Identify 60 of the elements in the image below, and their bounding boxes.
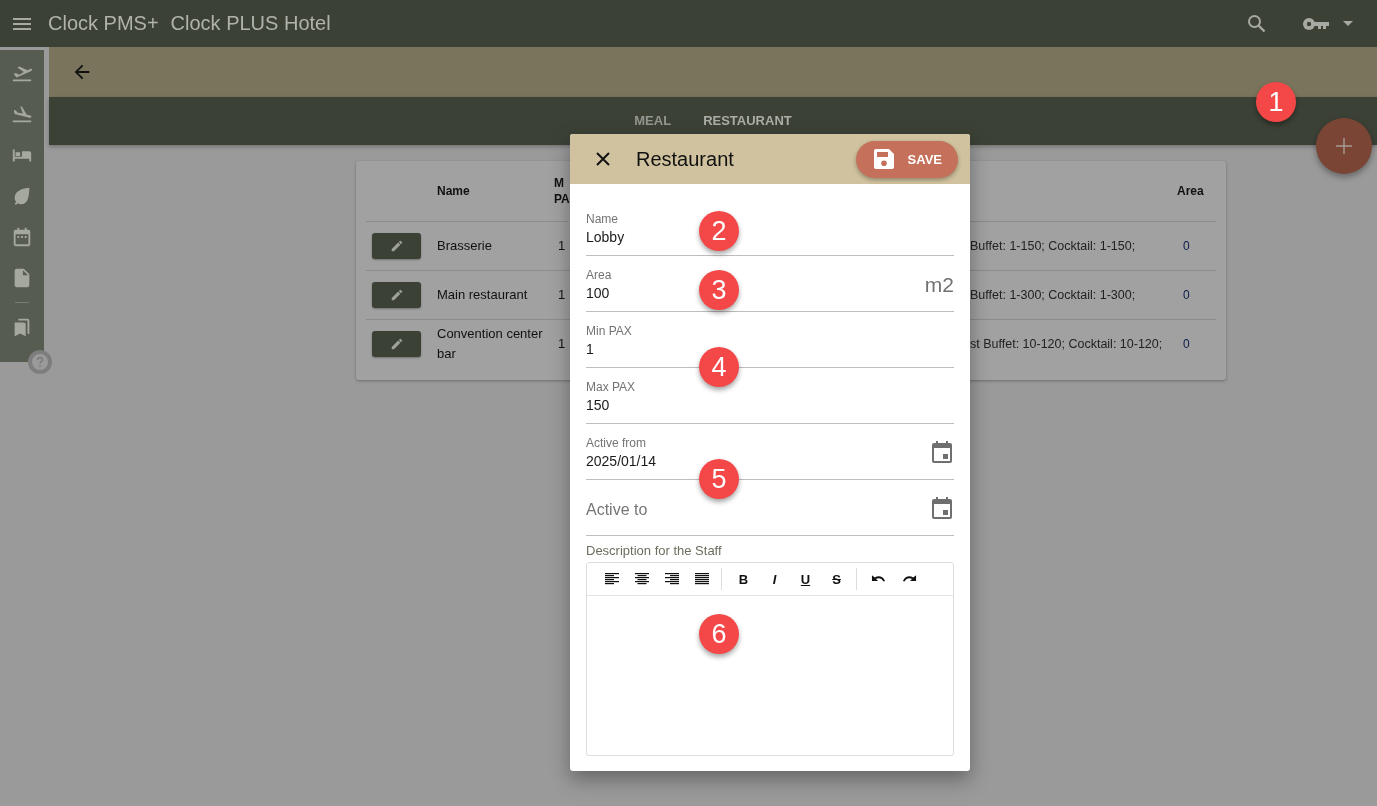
justify-icon[interactable] bbox=[695, 573, 709, 585]
field-value: 150 bbox=[586, 397, 610, 413]
field-label: Active from bbox=[586, 436, 646, 450]
close-icon[interactable] bbox=[596, 152, 610, 166]
table-cell-text: 0 bbox=[1183, 287, 1190, 304]
table-cell-text: Buffet: 1-300; Cocktail: 1-300; bbox=[970, 287, 1136, 304]
field-placeholder: Active to bbox=[586, 499, 648, 519]
field-label: Min PAX bbox=[586, 324, 632, 338]
align-center-icon[interactable] bbox=[635, 573, 649, 585]
table-cell-text: 1 bbox=[558, 286, 566, 304]
column-header: M PA bbox=[554, 161, 568, 222]
edit-button[interactable] bbox=[372, 331, 421, 357]
column-header: Area bbox=[1177, 161, 1216, 222]
align-right-icon[interactable] bbox=[665, 573, 679, 585]
table-cell-text: Main restaurant bbox=[437, 286, 528, 304]
calendar-icon[interactable] bbox=[932, 440, 952, 463]
edit-button[interactable] bbox=[372, 233, 421, 259]
table-cell-text: 1 bbox=[558, 237, 566, 255]
help-button[interactable] bbox=[28, 350, 52, 374]
redo-icon[interactable] bbox=[902, 574, 917, 584]
field-label: Area bbox=[586, 268, 612, 282]
plane-landing-icon[interactable] bbox=[11, 103, 33, 125]
caret-icon[interactable] bbox=[1343, 21, 1353, 26]
undo-icon[interactable] bbox=[871, 574, 886, 584]
bold-button[interactable]: B bbox=[728, 571, 759, 587]
table-cell-text: 0 bbox=[1183, 336, 1190, 353]
hotel-name[interactable]: Clock PLUS Hotel bbox=[170, 12, 331, 35]
pencil-icon bbox=[389, 239, 404, 253]
strike-button[interactable]: S bbox=[821, 571, 852, 587]
table-cell-text: 1 bbox=[558, 335, 566, 353]
calendar-icon[interactable] bbox=[932, 496, 952, 519]
table-cell-text: Buffet: 1-150; Cocktail: 1-150; bbox=[970, 238, 1136, 255]
plus-icon bbox=[1336, 138, 1352, 154]
field-value: 100 bbox=[586, 285, 610, 301]
save-button[interactable]: SAVE bbox=[855, 140, 958, 178]
field-value: 2025/01/14 bbox=[586, 453, 657, 469]
unit-suffix: m2 bbox=[924, 273, 954, 297]
table-cell-text: Brasserie bbox=[437, 237, 492, 255]
field-label: Description for the Staff bbox=[586, 543, 723, 558]
app-title: Clock PMS+ bbox=[48, 12, 159, 35]
add-button[interactable] bbox=[1316, 118, 1372, 174]
underline-button[interactable]: U bbox=[790, 571, 821, 587]
field-value: Lobby bbox=[586, 229, 625, 245]
field-label: Name bbox=[586, 212, 618, 226]
field-value: 1 bbox=[586, 341, 594, 357]
table-cell-text: st Buffet: 10-120; Cocktail: 10-120; bbox=[970, 336, 1163, 353]
calendar-icon[interactable] bbox=[11, 226, 33, 248]
key-icon[interactable] bbox=[1303, 16, 1329, 31]
help-icon bbox=[32, 354, 48, 370]
pencil-icon bbox=[389, 337, 404, 351]
align-left-icon[interactable] bbox=[605, 573, 619, 585]
table-cell-text: 0 bbox=[1183, 238, 1190, 255]
tab[interactable]: RESTAURANT bbox=[687, 97, 808, 144]
tab[interactable]: MEAL bbox=[618, 97, 688, 144]
pencil-icon bbox=[389, 288, 404, 302]
field-label: Max PAX bbox=[586, 380, 636, 394]
dialog-title: Restaurant bbox=[636, 147, 735, 171]
table-cell-text: Convention center bar bbox=[437, 325, 544, 363]
edit-button[interactable] bbox=[372, 282, 421, 308]
italic-button[interactable]: I bbox=[759, 571, 790, 587]
